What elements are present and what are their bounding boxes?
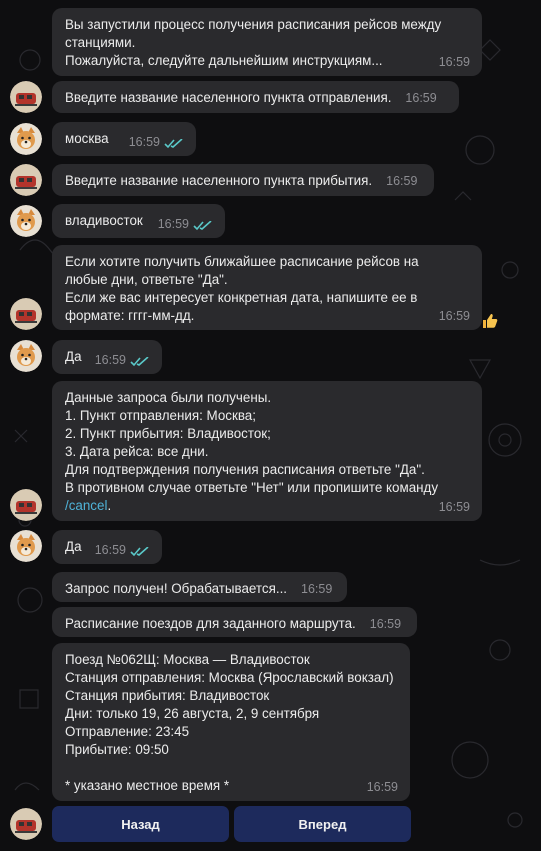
message-time: 16:59 <box>386 174 418 188</box>
message-text: Расписание поездов для заданного маршрут… <box>65 616 356 631</box>
message-text: Да <box>65 539 82 554</box>
bot-message-ask-departure: Введите название населенного пункта отпр… <box>52 81 459 113</box>
user-avatar-shiba[interactable] <box>10 205 42 237</box>
message-text: москва <box>65 131 109 146</box>
double-check-icon <box>193 221 212 231</box>
double-check-icon <box>130 547 149 557</box>
user-message-yes: Да 16:59 <box>52 340 162 374</box>
back-button[interactable]: Назад <box>52 806 229 842</box>
message-text: Вы запустили процесс получения расписани… <box>65 17 442 68</box>
bot-avatar-train[interactable] <box>10 808 42 840</box>
bot-message-schedule-header: Расписание поездов для заданного маршрут… <box>52 607 417 637</box>
thumbs-up-icon[interactable] <box>481 312 499 330</box>
user-avatar-shiba[interactable] <box>10 123 42 155</box>
bot-avatar-train[interactable] <box>10 298 42 330</box>
bot-message-train-schedule: Поезд №062Щ: Москва — Владивосток Станци… <box>52 643 410 801</box>
message-text: владивосток <box>65 213 143 228</box>
message-time: 16:59 <box>438 309 470 323</box>
bot-avatar-train[interactable] <box>10 81 42 113</box>
message-time: 16:59 <box>157 217 189 231</box>
message-text: Если хотите получить ближайшее расписани… <box>65 254 419 323</box>
user-message-yes: Да 16:59 <box>52 530 162 564</box>
message-text: Введите название населенного пункта приб… <box>65 173 373 188</box>
message-time: 16:59 <box>94 543 126 557</box>
message-time: 16:59 <box>366 780 398 794</box>
message-time: 16:59 <box>405 91 437 105</box>
message-time: 16:59 <box>94 353 126 367</box>
message-time: 16:59 <box>301 582 333 596</box>
double-check-icon <box>130 357 149 367</box>
message-text: Поезд №062Щ: Москва — Владивосток Станци… <box>65 652 394 793</box>
message-text-end: . <box>107 498 112 513</box>
message-time: 16:59 <box>369 617 402 631</box>
user-message-moscow: москва 16:59 <box>52 122 196 156</box>
cancel-command-link[interactable]: /cancel <box>65 498 107 513</box>
user-avatar-shiba[interactable] <box>10 340 42 372</box>
bot-message-date-prompt: Если хотите получить ближайшее расписани… <box>52 245 482 330</box>
bot-message-request-summary: Данные запроса были получены. 1. Пункт о… <box>52 381 482 521</box>
bot-avatar-train[interactable] <box>10 164 42 196</box>
message-text: Запрос получен! Обрабатывается... <box>65 581 288 596</box>
user-message-vladivostok: владивосток 16:59 <box>52 204 225 238</box>
user-avatar-shiba[interactable] <box>10 530 42 562</box>
bot-avatar-train[interactable] <box>10 489 42 521</box>
bot-message-intro: Вы запустили процесс получения расписани… <box>52 8 482 76</box>
message-time: 16:59 <box>438 500 470 514</box>
bot-message-ask-arrival: Введите название населенного пункта приб… <box>52 164 434 196</box>
message-text: Данные запроса были получены. 1. Пункт о… <box>65 390 439 495</box>
forward-button[interactable]: Вперед <box>234 806 411 842</box>
bot-message-processing: Запрос получен! Обрабатывается... 16:59 <box>52 572 347 602</box>
double-check-icon <box>164 139 183 149</box>
message-text: Да <box>65 349 82 364</box>
message-time: 16:59 <box>128 135 160 149</box>
message-time: 16:59 <box>438 55 470 69</box>
message-text: Введите название населенного пункта отпр… <box>65 90 392 105</box>
